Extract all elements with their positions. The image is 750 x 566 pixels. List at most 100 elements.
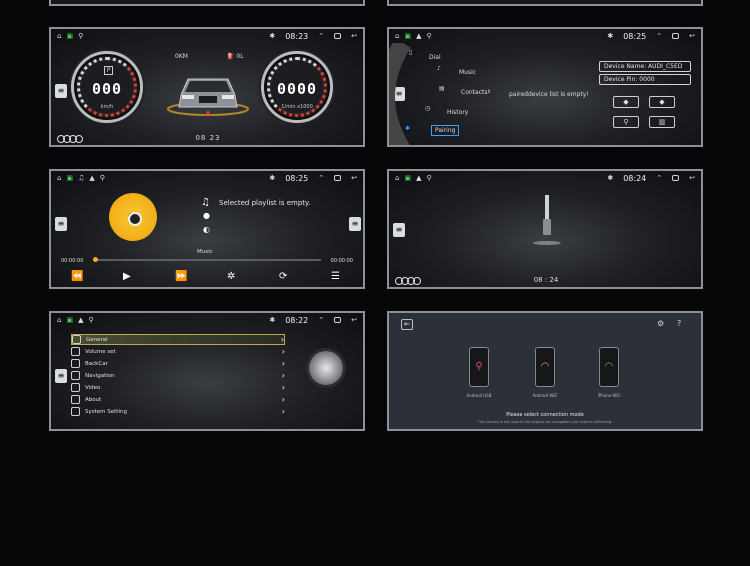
chevron-up-icon[interactable]: ⌃ bbox=[656, 174, 662, 182]
side-menu-button[interactable]: ≡ bbox=[55, 369, 67, 383]
rpm-gauge: 0000 1/min x1000 bbox=[261, 51, 333, 123]
music-note-icon[interactable]: ♪ bbox=[437, 65, 441, 72]
settings-item-navigation[interactable]: Navigation › bbox=[71, 370, 285, 381]
album-disc bbox=[109, 193, 157, 241]
status-bar: ⌂ ▣ ▲ ⚲ ✱ 08:22 ⌃ ↩ bbox=[51, 313, 363, 327]
gear-indicator: P bbox=[104, 66, 113, 75]
rewind-button[interactable]: ⏪ bbox=[71, 271, 83, 282]
app-icon[interactable]: ▣ bbox=[404, 32, 411, 40]
back-icon[interactable]: ↩ bbox=[351, 316, 357, 324]
pairing-button[interactable]: Pairing bbox=[431, 125, 460, 136]
search-button[interactable]: ⚲ bbox=[613, 116, 639, 128]
app-icon[interactable]: ▣ bbox=[66, 174, 73, 182]
search-icon: ⚲ bbox=[623, 118, 629, 126]
delete-button[interactable]: ▥ bbox=[649, 116, 675, 128]
bluetooth-pairing-icon[interactable]: ✱ bbox=[405, 125, 410, 132]
window-icon[interactable] bbox=[672, 175, 680, 181]
settings-item-general[interactable]: General › bbox=[71, 334, 285, 345]
side-menu-button[interactable]: ≡ bbox=[55, 217, 67, 231]
dial-item[interactable]: Dial bbox=[429, 54, 441, 61]
camera-icon bbox=[71, 359, 80, 368]
contacts-item[interactable]: Contacts bbox=[461, 89, 487, 96]
side-menu-button[interactable]: ≡ bbox=[393, 223, 405, 237]
settings-item-volume[interactable]: Volume set › bbox=[71, 346, 285, 357]
settings-panel: ⌂ ▣ ▲ ⚲ ✱ 08:22 ⌃ ↩ ≡ General › Volume set › Bac… bbox=[49, 311, 365, 431]
shuffle-button[interactable]: ✲ bbox=[227, 271, 235, 282]
settings-item-video[interactable]: Video › bbox=[71, 382, 285, 393]
bluetooth-icon: ✱ bbox=[269, 32, 276, 40]
warning-icon: ▲ bbox=[78, 316, 84, 324]
chevron-right-icon: › bbox=[280, 335, 284, 344]
chevron-right-icon: › bbox=[281, 383, 285, 392]
status-time: 08:22 bbox=[285, 315, 309, 325]
settings-item-system[interactable]: System Setting › bbox=[71, 406, 285, 417]
back-icon[interactable]: ↩ bbox=[689, 32, 695, 40]
music-item[interactable]: Music bbox=[459, 69, 476, 76]
window-icon[interactable] bbox=[672, 33, 680, 39]
playlist-button[interactable]: ☰ bbox=[331, 271, 340, 282]
audi-logo bbox=[395, 277, 421, 285]
status-bar: ⌂ ▣ ▲ ⚲ ✱ 08:24 ⌃ ↩ bbox=[389, 171, 701, 185]
settings-item-backcar[interactable]: BackCar › bbox=[71, 358, 285, 369]
iphone-wifi-option[interactable]: ◠ bbox=[599, 347, 619, 387]
chevron-right-icon: › bbox=[281, 359, 285, 368]
disconnect-button[interactable]: ◆ bbox=[649, 96, 675, 108]
home-icon[interactable]: ⌂ bbox=[57, 32, 61, 40]
audi-logo bbox=[57, 135, 83, 143]
home-icon[interactable]: ⌂ bbox=[57, 174, 61, 182]
video-icon bbox=[71, 383, 80, 392]
history-icon[interactable]: ◷ bbox=[425, 105, 430, 112]
app-icon[interactable]: ▣ bbox=[404, 174, 411, 182]
fuel-level: ⛽ 0L bbox=[227, 53, 244, 60]
android-usb-option[interactable]: ⚲ bbox=[469, 347, 489, 387]
speed-unit: km/h bbox=[100, 104, 114, 110]
help-icon: ? bbox=[677, 319, 682, 328]
play-button[interactable]: ▶ bbox=[123, 271, 131, 282]
home-icon[interactable]: ⌂ bbox=[395, 32, 399, 40]
repeat-button[interactable]: ⟳ bbox=[279, 271, 287, 282]
chevron-up-icon[interactable]: ⌃ bbox=[318, 174, 324, 182]
history-item[interactable]: History bbox=[447, 109, 468, 116]
connection-mode-panel: ⇤ ⚙ ? ⚲ Android USB ◠ Android WiFi ◠ iPh… bbox=[387, 311, 703, 431]
fuel-icon: ⛽ bbox=[227, 53, 235, 60]
disconnect-icon: ◆ bbox=[659, 98, 665, 106]
connect-button[interactable]: ◆ bbox=[613, 96, 639, 108]
back-icon[interactable]: ↩ bbox=[689, 174, 695, 182]
home-icon[interactable]: ⌂ bbox=[57, 316, 61, 324]
playlist-side-button[interactable]: ≡ bbox=[349, 217, 361, 231]
contacts-icon[interactable]: ▤ bbox=[439, 85, 445, 92]
forward-button[interactable]: ⏩ bbox=[175, 271, 187, 282]
seek-bar[interactable] bbox=[93, 257, 321, 262]
chevron-up-icon[interactable]: ⌃ bbox=[656, 32, 662, 40]
home-icon[interactable]: ⌂ bbox=[395, 174, 399, 182]
chevron-right-icon: › bbox=[281, 395, 285, 404]
help-button[interactable]: ? bbox=[677, 319, 681, 328]
window-icon[interactable] bbox=[334, 175, 342, 181]
scroll-handle[interactable]: ⇕ bbox=[487, 89, 491, 95]
bottom-clock: 08 23 bbox=[195, 134, 221, 142]
artist-icon: ● bbox=[203, 211, 210, 220]
exit-button[interactable]: ⇤ bbox=[401, 319, 413, 330]
aux-panel: ⌂ ▣ ▲ ⚲ ✱ 08:24 ⌃ ↩ ≡ 08 : 24 bbox=[387, 169, 703, 289]
usb-icon: ⚲ bbox=[475, 361, 483, 372]
control-knob[interactable] bbox=[309, 351, 343, 385]
globe-icon bbox=[72, 335, 81, 344]
back-icon[interactable]: ↩ bbox=[351, 174, 357, 182]
window-icon[interactable] bbox=[334, 33, 342, 39]
app-icon[interactable]: ▣ bbox=[66, 32, 73, 40]
chevron-up-icon[interactable]: ⌃ bbox=[318, 32, 324, 40]
speed-gauge: P 000 km/h bbox=[71, 51, 143, 123]
speed-value: 000 bbox=[91, 80, 123, 98]
settings-button[interactable]: ⚙ bbox=[657, 319, 664, 328]
android-wifi-option[interactable]: ◠ bbox=[535, 347, 555, 387]
app-icon[interactable]: ▣ bbox=[66, 316, 73, 324]
side-menu-button[interactable]: ≡ bbox=[55, 84, 67, 98]
back-icon[interactable]: ↩ bbox=[351, 32, 357, 40]
gear-icon bbox=[71, 407, 80, 416]
rpm-unit: 1/min x1000 bbox=[281, 104, 313, 110]
dial-icon[interactable]: ▯ bbox=[409, 49, 412, 56]
chevron-up-icon[interactable]: ⌃ bbox=[318, 316, 324, 324]
window-icon[interactable] bbox=[334, 317, 342, 323]
settings-item-about[interactable]: About › bbox=[71, 394, 285, 405]
music-panel: ⌂ ▣ ♫ ▲ ⚲ ✱ 08:25 ⌃ ↩ ≡ ≡ ♫ Selected playlist i… bbox=[49, 169, 365, 289]
